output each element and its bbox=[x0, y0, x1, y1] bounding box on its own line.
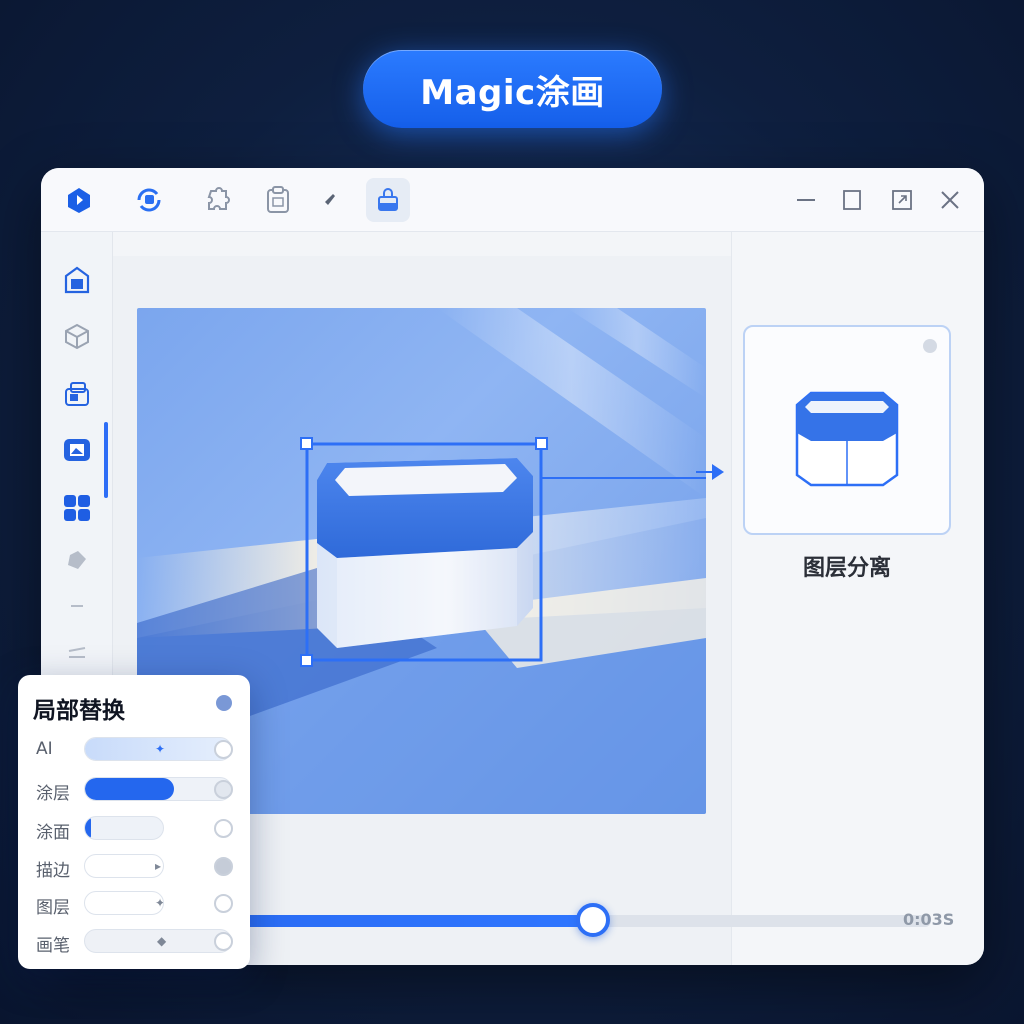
panel-row-marker-icon: ✦ bbox=[155, 896, 163, 910]
connector-arrow-icon bbox=[696, 464, 724, 480]
panel-row: 涂层 bbox=[18, 775, 250, 805]
gallery-icon[interactable] bbox=[59, 262, 95, 298]
panel-row-slider-fill bbox=[85, 778, 174, 800]
timeline-value: 0:03S bbox=[903, 910, 955, 929]
panel-row-slider[interactable] bbox=[84, 816, 164, 840]
panel-row-toggle[interactable] bbox=[214, 740, 233, 759]
image-frame-icon[interactable] bbox=[59, 432, 95, 468]
eraser-icon[interactable] bbox=[59, 542, 95, 578]
panel-row-toggle[interactable] bbox=[214, 932, 233, 951]
panel-row-marker-icon: ◆ bbox=[157, 934, 167, 948]
panel-row: 画笔 ◆ bbox=[18, 927, 250, 957]
preview-label: 图层分离 bbox=[802, 556, 891, 581]
panel-row-slider[interactable]: ✦ bbox=[84, 891, 164, 915]
magic-paint-banner[interactable]: Magic涂画 bbox=[363, 50, 662, 128]
brush-refresh-icon[interactable] bbox=[131, 182, 167, 218]
layers-box-icon[interactable] bbox=[59, 376, 95, 412]
panel-row-toggle[interactable] bbox=[214, 780, 233, 799]
app-logo-icon[interactable] bbox=[61, 182, 97, 218]
line-icon[interactable] bbox=[59, 588, 95, 624]
preview-status-dot bbox=[923, 339, 937, 353]
layer-separation-panel: 图层分离 bbox=[731, 232, 984, 965]
sliders-icon[interactable] bbox=[59, 636, 95, 672]
panel-row-label: 画笔 bbox=[36, 936, 70, 956]
maximize-icon[interactable] bbox=[888, 186, 916, 214]
panel-row-slider[interactable]: ◆ bbox=[84, 929, 232, 953]
box-layer-icon bbox=[795, 391, 899, 487]
panel-title: 局部替换 bbox=[33, 698, 125, 724]
panel-row-label: 涂面 bbox=[36, 823, 70, 843]
panel-row: AI ✦ bbox=[18, 735, 250, 765]
panel-row-toggle[interactable] bbox=[214, 857, 233, 876]
panel-row: 图层 ✦ bbox=[18, 889, 250, 919]
panel-row-toggle[interactable] bbox=[214, 819, 233, 838]
banner-label: Magic涂画 bbox=[420, 72, 605, 113]
panel-row-label: AI bbox=[36, 739, 53, 759]
panel-row: 描边 ▸ bbox=[18, 852, 250, 882]
close-icon[interactable] bbox=[936, 186, 964, 214]
paint-bucket-icon[interactable] bbox=[366, 178, 410, 222]
panel-row-toggle[interactable] bbox=[214, 894, 233, 913]
panel-row-slider[interactable] bbox=[84, 777, 232, 801]
clipboard-icon[interactable] bbox=[260, 182, 296, 218]
panel-row-label: 图层 bbox=[36, 898, 70, 918]
panel-status-dot[interactable] bbox=[216, 695, 232, 711]
layer-preview-card[interactable] bbox=[743, 325, 951, 535]
grid-icon[interactable] bbox=[59, 490, 95, 526]
timeline-knob[interactable] bbox=[576, 903, 610, 937]
title-bar bbox=[41, 168, 984, 232]
panel-row-marker-icon: ✦ bbox=[155, 742, 166, 756]
panel-row-slider[interactable]: ✦ bbox=[84, 737, 232, 761]
panel-row-slider-fill bbox=[85, 817, 91, 839]
sidebar-active-indicator bbox=[104, 422, 108, 498]
minimize-icon[interactable] bbox=[792, 186, 820, 214]
canvas-toolbar-strip bbox=[113, 232, 731, 256]
puzzle-icon[interactable] bbox=[199, 182, 235, 218]
pin-icon[interactable] bbox=[311, 182, 347, 218]
panel-row-slider[interactable]: ▸ bbox=[84, 854, 164, 878]
cube-icon[interactable] bbox=[59, 318, 95, 354]
panel-row-label: 描边 bbox=[36, 861, 70, 881]
panel-row-label: 涂层 bbox=[36, 784, 70, 804]
local-replace-panel: 局部替换 AI ✦ 涂层涂面描边 ▸ 图层 ✦ 画笔 ◆ bbox=[18, 675, 250, 969]
restore-icon[interactable] bbox=[838, 186, 866, 214]
timeline-progress bbox=[241, 915, 593, 927]
panel-row-marker-icon: ▸ bbox=[155, 859, 162, 873]
panel-row: 涂面 bbox=[18, 814, 250, 844]
